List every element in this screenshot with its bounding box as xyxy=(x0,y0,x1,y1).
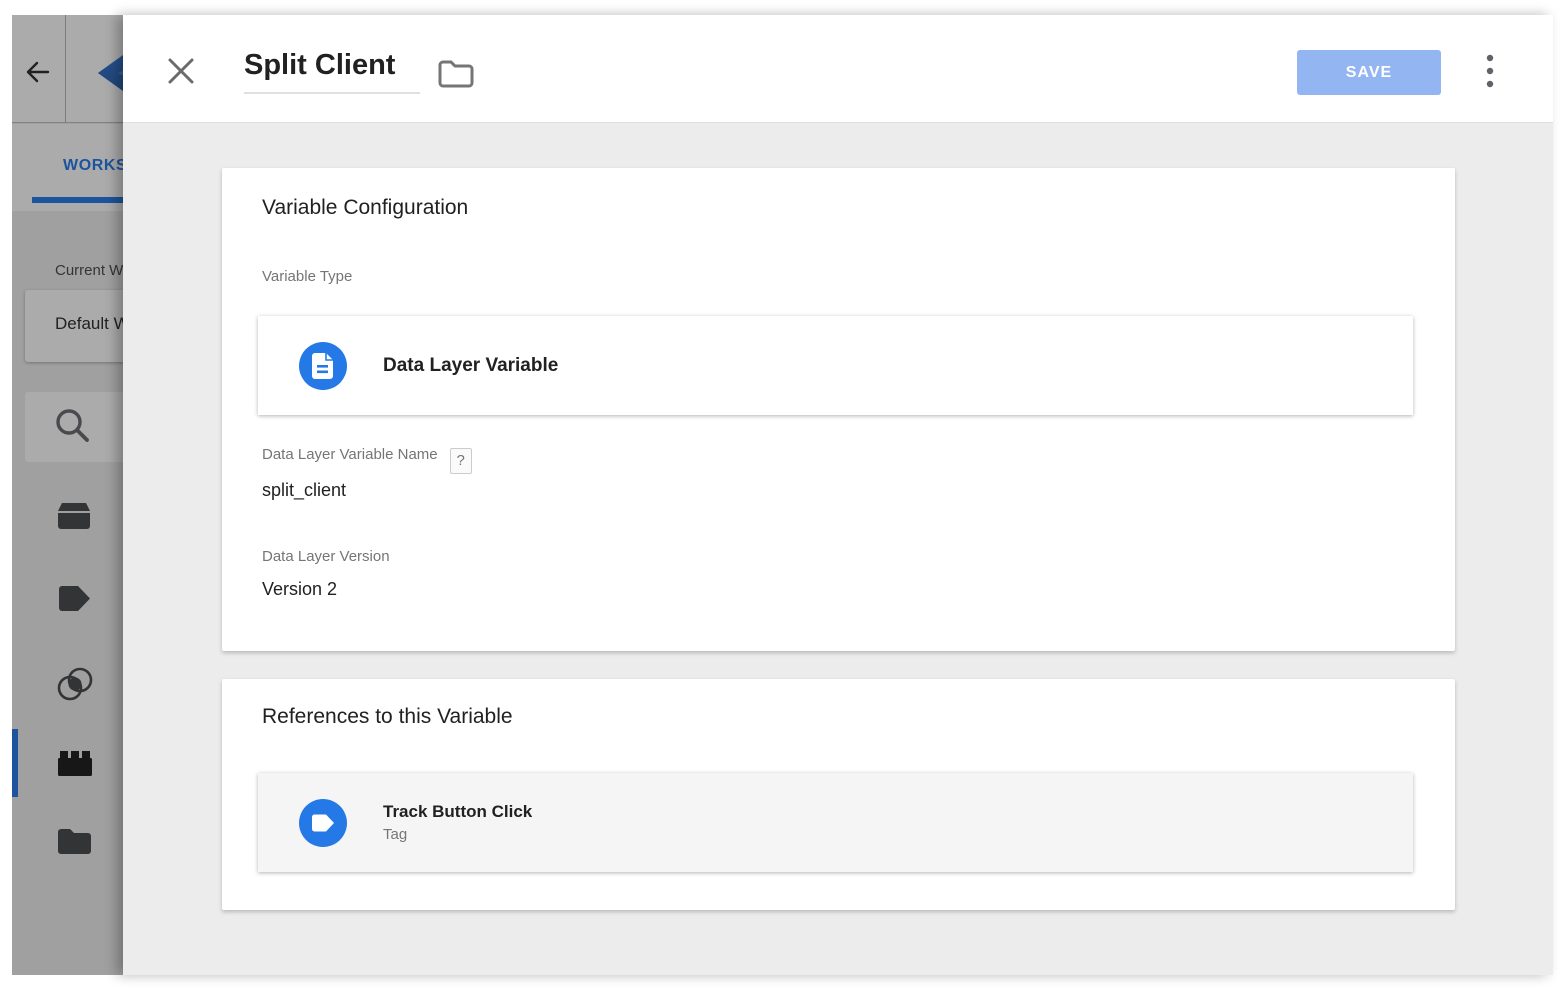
variable-configuration-card: Variable Configuration Variable Type Dat… xyxy=(222,168,1455,651)
variable-type-label: Variable Type xyxy=(262,268,352,285)
kebab-menu-icon xyxy=(1486,53,1494,94)
close-icon xyxy=(165,74,197,91)
dlv-name-label: Data Layer Variable Name? xyxy=(262,446,472,474)
reference-name: Track Button Click xyxy=(383,802,532,822)
help-badge[interactable]: ? xyxy=(450,448,472,474)
editor-header: Split Client SAVE xyxy=(123,15,1553,123)
more-options-button[interactable] xyxy=(1475,53,1505,93)
variable-editor-panel: Split Client SAVE xyxy=(123,15,1553,975)
data-layer-variable-icon xyxy=(299,342,347,390)
tag-circle-icon xyxy=(299,799,347,847)
variable-name-text: Split Client xyxy=(244,49,395,81)
dlv-version-value: Version 2 xyxy=(262,579,337,600)
variable-type-selector[interactable]: Data Layer Variable xyxy=(258,316,1413,415)
references-title: References to this Variable xyxy=(262,705,513,729)
reference-type: Tag xyxy=(383,826,532,843)
reference-item[interactable]: Track Button Click Tag xyxy=(258,773,1413,872)
save-button[interactable]: SAVE xyxy=(1297,50,1441,95)
variable-name-field[interactable]: Split Client xyxy=(244,49,420,94)
folder-outline-icon xyxy=(437,76,475,93)
close-button[interactable] xyxy=(165,55,197,87)
dlv-name-value: split_client xyxy=(262,480,346,501)
variable-type-name: Data Layer Variable xyxy=(383,355,558,377)
references-card: References to this Variable Track Button… xyxy=(222,679,1455,910)
move-to-folder-button[interactable] xyxy=(437,59,475,89)
card-title: Variable Configuration xyxy=(262,196,468,220)
page: WORKSPACE Current Workspace Default Work… xyxy=(0,0,1566,990)
dlv-version-label: Data Layer Version xyxy=(262,548,390,565)
